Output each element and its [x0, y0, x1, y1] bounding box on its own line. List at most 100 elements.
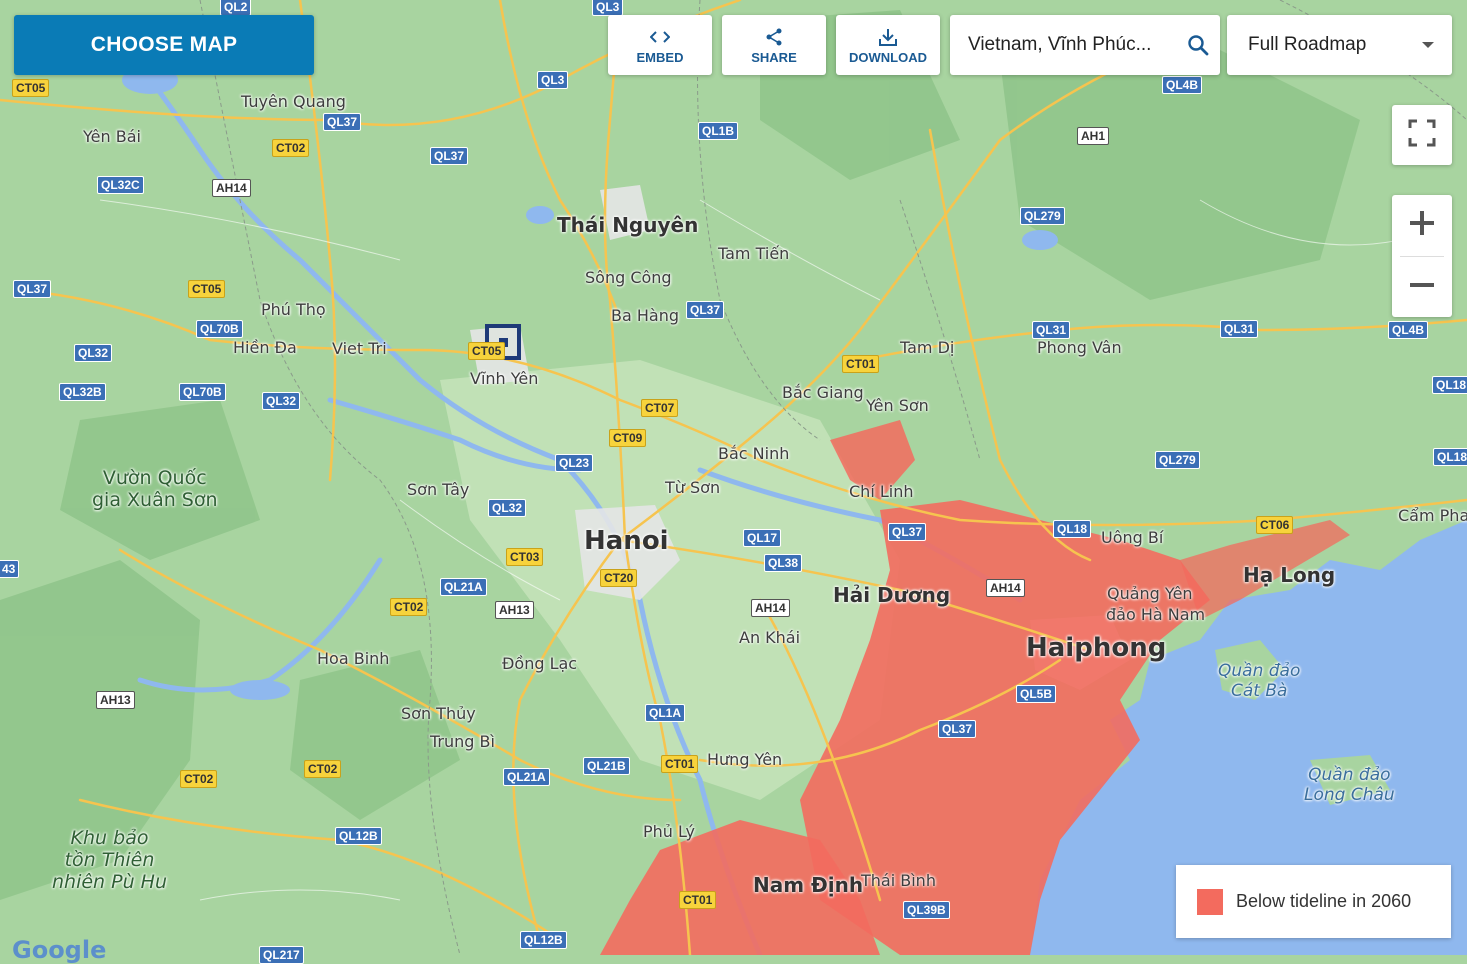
- road-shield: QL37: [888, 523, 927, 541]
- road-shield: QL5B: [1016, 685, 1057, 703]
- place-label-bac-giang: Bắc Giang: [782, 383, 864, 402]
- road-shield: QL31: [1220, 320, 1259, 338]
- road-shield: QL18: [1433, 448, 1467, 466]
- road-shield: QL1A: [645, 704, 686, 722]
- road-shield: AH14: [212, 179, 251, 197]
- place-label-tuyen-quang: Tuyên Quang: [241, 92, 346, 111]
- road-shield: CT05: [12, 79, 50, 97]
- search-icon[interactable]: [1176, 34, 1220, 56]
- place-label-trung-bi: Trung Bì: [430, 732, 495, 751]
- fullscreen-button[interactable]: [1392, 105, 1452, 165]
- place-label-tam-di: Tam Dị: [900, 338, 955, 357]
- place-label-phu-tho: Phú Thọ: [261, 300, 326, 319]
- place-label-thai-binh: Thái Bình: [861, 871, 936, 890]
- road-shield: QL23: [555, 454, 594, 472]
- road-shield: QL32C: [97, 176, 144, 194]
- road-shield: QL39B: [903, 901, 950, 919]
- road-shield: CT01: [661, 755, 699, 773]
- place-label-cat-ba: Quần đảo Cát Bà: [1218, 661, 1301, 701]
- zoom-in-button[interactable]: [1392, 195, 1452, 256]
- place-label-nam-dinh: Nam Định: [753, 873, 864, 897]
- park-label-line-1: Vườn Quốc: [102, 467, 207, 489]
- road-shield: QL32: [262, 392, 301, 410]
- road-shield: QL70B: [179, 383, 226, 401]
- road-shield: QL3: [592, 0, 624, 16]
- place-label-hung-yen: Hưng Yên: [707, 750, 783, 769]
- place-label-dao-ha-nam: đảo Hà Nam: [1106, 605, 1206, 624]
- zoom-out-button[interactable]: [1392, 257, 1452, 318]
- place-label-vuon-quoc-gia: Vườn Quốc gia Xuân Sơn: [92, 467, 218, 512]
- road-shield: CT02: [390, 598, 428, 616]
- place-label-song-cong: Sông Công: [585, 268, 672, 287]
- place-label-tu-son: Từ Sơn: [665, 478, 721, 497]
- road-shield: CT01: [679, 891, 717, 909]
- place-label-hanoi: Hanoi: [584, 526, 669, 556]
- place-label-ba-hang: Ba Hàng: [611, 306, 679, 325]
- road-shield: QL12B: [520, 931, 567, 949]
- road-shield: QL37: [430, 147, 469, 165]
- place-label-yen-son: Yên Sơn: [866, 396, 929, 415]
- road-shield: QL17: [743, 529, 782, 547]
- zoom-control: [1392, 195, 1452, 317]
- search-input[interactable]: Vietnam, Vĩnh Phúc...: [968, 34, 1176, 56]
- island-label-line-2: Long Châu: [1304, 784, 1395, 805]
- island-label-line-1: Quần đảo: [1218, 661, 1301, 681]
- road-shield: QL38: [764, 554, 803, 572]
- road-shield: QL31: [1032, 321, 1071, 339]
- road-shield: QL18: [1053, 520, 1092, 538]
- map-type-value: Full Roadmap: [1248, 34, 1367, 55]
- place-label-son-tay: Sơn Tây: [407, 480, 470, 499]
- location-search[interactable]: Vietnam, Vĩnh Phúc...: [950, 15, 1220, 75]
- road-shield: QL37: [938, 720, 977, 738]
- road-shield: QL21A: [440, 578, 487, 596]
- road-shield: QL37: [323, 113, 362, 131]
- island-label-line-2: Cát Bà: [1230, 680, 1288, 701]
- google-logo: Google: [12, 936, 107, 964]
- road-shield: QL32: [74, 344, 113, 362]
- road-shield: QL37: [13, 280, 52, 298]
- place-label-viet-tri: Viet Tri: [332, 339, 387, 358]
- chevron-down-icon: [1422, 42, 1434, 48]
- legend-label: Below tideline in 2060: [1236, 891, 1412, 911]
- place-label-cam-pha: Cẩm Pha: [1398, 506, 1467, 525]
- base-map[interactable]: [0, 0, 1467, 955]
- download-button[interactable]: DOWNLOAD: [836, 15, 940, 75]
- place-label-long-chau: Quần đảo Long Châu: [1304, 765, 1395, 805]
- embed-button[interactable]: EMBED: [608, 15, 712, 75]
- road-shield: CT07: [641, 399, 679, 417]
- place-label-thai-nguyen: Thái Nguyên: [557, 213, 699, 237]
- road-shield: QL1B: [698, 122, 739, 140]
- map-type-select[interactable]: Full Roadmap: [1227, 15, 1452, 75]
- road-shield: QL12B: [335, 827, 382, 845]
- share-label: SHARE: [751, 49, 797, 65]
- place-label-dong-lac: Đồng Lạc: [502, 654, 578, 673]
- place-label-uong-bi: Uông Bí: [1101, 528, 1164, 547]
- legend-swatch: [1197, 888, 1223, 915]
- reserve-label-line-1: Khu bảo: [70, 827, 149, 849]
- place-label-quang-yen: Quảng Yên: [1107, 584, 1193, 603]
- minus-icon: [1408, 271, 1436, 304]
- road-shield: CT02: [304, 760, 342, 778]
- choose-map-button[interactable]: CHOOSE MAP: [14, 15, 314, 75]
- place-label-ha-long: Hạ Long: [1243, 563, 1336, 587]
- road-shield: CT09: [609, 429, 647, 447]
- road-shield: QL279: [1020, 207, 1065, 225]
- place-label-an-khai: An Khái: [739, 628, 801, 647]
- road-shield: CT20: [600, 569, 638, 587]
- place-label-khu-bao-ton: Khu bảo tồn Thiên nhiên Pù Hu: [52, 827, 167, 894]
- road-shield: QL18: [1432, 376, 1467, 394]
- embed-label: EMBED: [636, 49, 684, 65]
- share-button[interactable]: SHARE: [722, 15, 826, 75]
- place-label-bac-ninh: Bắc Ninh: [718, 444, 790, 463]
- road-shield: CT02: [180, 770, 218, 788]
- road-shield: CT05: [188, 280, 226, 298]
- road-shield: QL4B: [1162, 76, 1203, 94]
- road-shield: AH13: [495, 601, 534, 619]
- place-label-son-thuy: Sơn Thủy: [401, 704, 476, 723]
- road-shield: QL70B: [196, 320, 243, 338]
- road-shield: AH14: [986, 579, 1025, 597]
- road-shield: AH13: [96, 691, 135, 709]
- place-label-phu-ly: Phủ Lý: [643, 822, 695, 841]
- download-icon: [878, 26, 898, 48]
- place-label-haiphong: Haiphong: [1026, 633, 1167, 663]
